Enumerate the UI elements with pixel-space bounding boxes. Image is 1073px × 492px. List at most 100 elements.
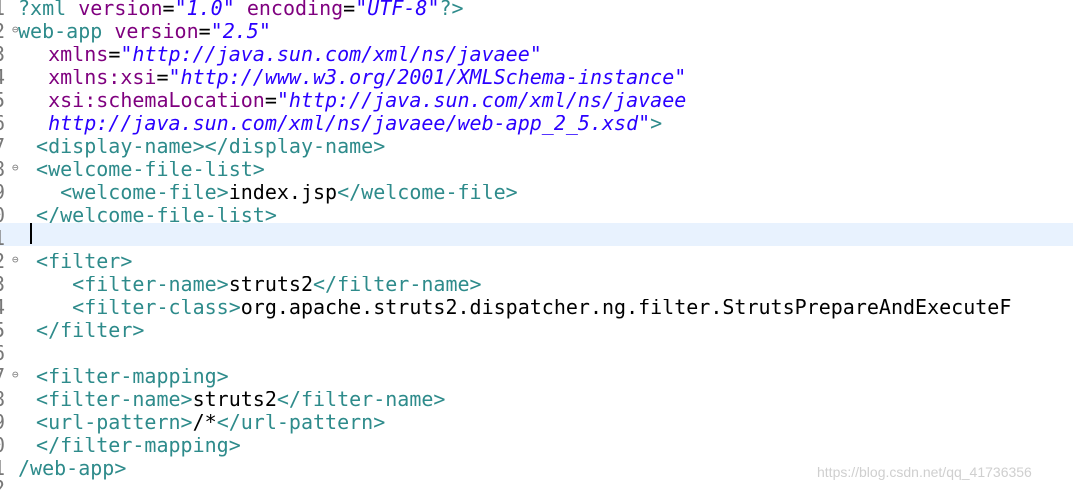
equals-sign: =	[156, 69, 169, 89]
code-line[interactable]: 8 ⊖ <welcome-file-list>	[0, 161, 1073, 184]
line-number: 6	[0, 345, 15, 365]
xml-code-editor[interactable]: 1 ?xml version="1.0" encoding="UTF-8"?> …	[0, 0, 1073, 492]
code-line[interactable]: 7 <display-name></display-name>	[0, 138, 1073, 161]
code-line[interactable]: 6 http://java.sun.com/xml/ns/javaee/web-…	[0, 115, 1073, 138]
line-number: 4	[0, 69, 15, 89]
code-line[interactable]: 4 <filter-class>org.apache.struts2.dispa…	[0, 299, 1073, 322]
attribute-name: version	[114, 23, 199, 43]
line-content[interactable]: <welcome-file-list>	[24, 161, 265, 181]
equals-sign: =	[264, 92, 277, 112]
line-content[interactable]: /web-app>	[18, 460, 126, 480]
tag-name: <filter-mapping>	[36, 368, 229, 388]
line-number: 2	[0, 480, 15, 492]
code-line[interactable]: 9 <welcome-file>index.jsp</welcome-file>	[0, 184, 1073, 207]
line-number: 7	[0, 138, 15, 158]
line-number: 3	[0, 46, 15, 66]
collapse-icon[interactable]: ⊖	[12, 368, 19, 381]
code-line[interactable]: 1 ?xml version="1.0" encoding="UTF-8"?>	[0, 0, 1073, 23]
xml-declaration-close: ?>	[439, 0, 464, 20]
tag-name: </filter-mapping>	[36, 437, 241, 457]
line-content[interactable]: </filter>	[24, 322, 144, 342]
line-content[interactable]: <filter-mapping>	[24, 368, 229, 388]
line-number: 3	[0, 276, 15, 296]
text-caret	[30, 223, 32, 244]
equals-sign: =	[198, 23, 211, 43]
tag-name: <url-pattern>	[36, 414, 193, 434]
line-content[interactable]: ?xml version="1.0" encoding="UTF-8"?>	[18, 0, 464, 20]
tag-name: <filter-name>	[72, 276, 229, 296]
line-content[interactable]: xmlns:xsi="http://www.w3.org/2001/XMLSch…	[24, 69, 686, 89]
code-line[interactable]: 0 </filter-mapping>	[0, 437, 1073, 460]
text-content: /*	[192, 414, 217, 434]
line-content[interactable]: <filter-class>org.apache.struts2.dispatc…	[24, 299, 1011, 319]
text-content: org.apache.struts2.dispatcher.ng.filter.…	[240, 299, 1012, 319]
line-content[interactable]: http://java.sun.com/xml/ns/javaee/web-ap…	[24, 115, 662, 135]
code-line[interactable]: 3 xmlns="http://java.sun.com/xml/ns/java…	[0, 46, 1073, 69]
attribute-value: "http://www.w3.org/2001/XMLSchema-instan…	[168, 69, 687, 89]
tag-name: <welcome-file-list>	[36, 161, 265, 181]
line-content[interactable]: xmlns="http://java.sun.com/xml/ns/javaee…	[24, 46, 542, 66]
line-content[interactable]: </filter-mapping>	[24, 437, 241, 457]
line-content[interactable]: web-app version="2.5"	[18, 23, 271, 43]
line-number: 0	[0, 437, 15, 457]
tag-name: </welcome-file>	[337, 184, 518, 204]
text-content: struts2	[192, 391, 277, 411]
attribute-value: http://java.sun.com/xml/ns/javaee/web-ap…	[48, 115, 651, 135]
code-line[interactable]: 2 ⊖ web-app version="2.5"	[0, 23, 1073, 46]
code-line[interactable]: 8 <filter-name>struts2</filter-name>	[0, 391, 1073, 414]
tag-name: <filter>	[36, 253, 133, 273]
equals-sign: =	[108, 46, 121, 66]
code-line[interactable]: 2 ⊖ <filter>	[0, 253, 1073, 276]
code-line[interactable]: 3 <filter-name>struts2</filter-name>	[0, 276, 1073, 299]
xml-declaration: ?xml	[18, 0, 79, 20]
tag-name: </url-pattern>	[216, 414, 386, 434]
text-content: struts2	[228, 276, 314, 296]
tag-name: <filter-name>	[36, 391, 193, 411]
line-content[interactable]: <filter-name>struts2</filter-name>	[24, 391, 445, 411]
code-line[interactable]: 5 </filter>	[0, 322, 1073, 345]
line-content[interactable]: <filter-name>struts2</filter-name>	[24, 276, 482, 296]
attribute-value: "http://java.sun.com/xml/ns/javaee	[276, 92, 687, 112]
watermark: https://blog.csdn.net/qq_41736356	[817, 464, 1032, 480]
equals-sign: =	[343, 0, 356, 20]
line-number: 8	[0, 391, 15, 411]
line-content[interactable]: <welcome-file>index.jsp</welcome-file>	[24, 184, 518, 204]
equals-sign: =	[162, 0, 175, 20]
code-line[interactable]: 5 xsi:schemaLocation="http://java.sun.co…	[0, 92, 1073, 115]
attribute-name: xmlns:xsi	[48, 69, 157, 89]
line-content[interactable]: xsi:schemaLocation="http://java.sun.com/…	[24, 92, 686, 112]
attribute-name: encoding	[246, 0, 344, 20]
current-code-line[interactable]: 1	[0, 223, 1073, 246]
tag-name: <filter-class>	[72, 299, 241, 319]
code-line[interactable]: 4 xmlns:xsi="http://www.w3.org/2001/XMLS…	[0, 69, 1073, 92]
line-content[interactable]: <filter>	[24, 253, 132, 273]
collapse-icon[interactable]: ⊖	[12, 253, 19, 266]
line-number: 1	[0, 460, 15, 480]
code-line[interactable]: 2	[0, 480, 1073, 492]
attribute-name: xmlns	[48, 46, 109, 66]
line-content[interactable]: <url-pattern>/*</url-pattern>	[24, 414, 385, 434]
code-line[interactable]: 9 <url-pattern>/*</url-pattern>	[0, 414, 1073, 437]
line-number: 9	[0, 414, 15, 434]
tag-name: </filter-name>	[313, 276, 482, 296]
collapse-icon[interactable]: ⊖	[12, 161, 19, 174]
attribute-value: "2.5"	[210, 23, 271, 43]
line-number: 9	[0, 184, 15, 204]
code-line[interactable]: 6	[0, 345, 1073, 368]
line-number: 5	[0, 322, 15, 342]
code-line[interactable]: 7 ⊖ <filter-mapping>	[0, 368, 1073, 391]
line-content[interactable]: <display-name></display-name>	[24, 138, 385, 158]
